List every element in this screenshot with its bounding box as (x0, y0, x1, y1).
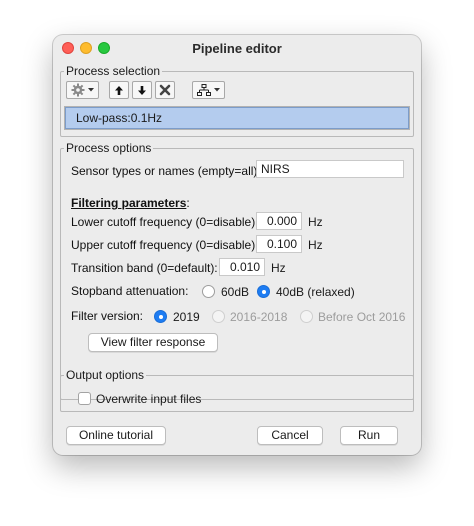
overwrite-input-files-checkbox[interactable] (78, 392, 91, 405)
lower-cutoff-label: Lower cutoff frequency (0=disable): (71, 215, 259, 229)
settings-dropdown-button[interactable] (66, 81, 99, 99)
filter-version-before-oct-2016-radio (300, 310, 313, 323)
sensor-types-label: Sensor types or names (empty=all): (71, 164, 261, 178)
stopband-40db-label[interactable]: 40dB (relaxed) (276, 285, 355, 299)
window-title: Pipeline editor (192, 41, 282, 56)
stopband-60db-radio[interactable] (202, 285, 215, 298)
output-options-legend: Output options (64, 368, 147, 382)
online-tutorial-button[interactable]: Online tutorial (66, 426, 166, 445)
transition-band-input[interactable]: 0.010 (219, 258, 265, 276)
process-selection-legend: Process selection (64, 64, 163, 78)
filter-version-2019-label[interactable]: 2019 (173, 310, 200, 324)
process-list[interactable]: Low-pass:0.1Hz (64, 106, 410, 130)
arrow-down-icon (138, 85, 146, 95)
cancel-button[interactable]: Cancel (257, 426, 323, 445)
process-options-legend: Process options (64, 141, 154, 155)
process-list-item[interactable]: Low-pass:0.1Hz (65, 107, 409, 129)
stopband-attenuation-label: Stopband attenuation: (71, 284, 189, 298)
filter-version-before-oct-2016-label: Before Oct 2016 (318, 310, 406, 324)
pipeline-editor-window: Pipeline editor Process selection Low-pa… (53, 35, 421, 455)
run-button[interactable]: Run (340, 426, 398, 445)
transition-band-label: Transition band (0=default): (71, 261, 218, 275)
upper-cutoff-label: Upper cutoff frequency (0=disable): (71, 238, 259, 252)
gear-icon (71, 83, 84, 97)
filter-version-2019-radio[interactable] (154, 310, 167, 323)
view-filter-response-button[interactable]: View filter response (88, 333, 218, 352)
delete-x-icon (159, 84, 171, 96)
filter-version-2016-2018-radio (212, 310, 225, 323)
move-down-button[interactable] (132, 81, 152, 99)
tree-icon (196, 83, 211, 96)
upper-cutoff-input[interactable]: 0.100 (256, 235, 302, 253)
chevron-down-icon (213, 88, 220, 92)
title-bar: Pipeline editor (53, 35, 421, 61)
upper-cutoff-unit: Hz (308, 238, 323, 252)
delete-process-button[interactable] (155, 81, 175, 99)
filtering-parameters-colon: : (186, 196, 190, 210)
filtering-parameters-heading: Filtering parameters: (71, 196, 190, 210)
sensor-types-input[interactable]: NIRS (256, 160, 404, 178)
move-up-button[interactable] (109, 81, 129, 99)
overwrite-input-files-label[interactable]: Overwrite input files (96, 392, 201, 406)
filtering-parameters-title: Filtering parameters (71, 196, 187, 210)
stopband-60db-label[interactable]: 60dB (221, 285, 249, 299)
lower-cutoff-unit: Hz (308, 215, 323, 229)
arrow-up-icon (115, 85, 123, 95)
tree-dropdown-button[interactable] (192, 81, 225, 99)
lower-cutoff-input[interactable]: 0.000 (256, 212, 302, 230)
transition-band-unit: Hz (271, 261, 286, 275)
filter-version-label: Filter version: (71, 309, 144, 323)
stopband-40db-radio[interactable] (257, 285, 270, 298)
filter-version-2016-2018-label: 2016-2018 (230, 310, 288, 324)
chevron-down-icon (87, 88, 94, 92)
